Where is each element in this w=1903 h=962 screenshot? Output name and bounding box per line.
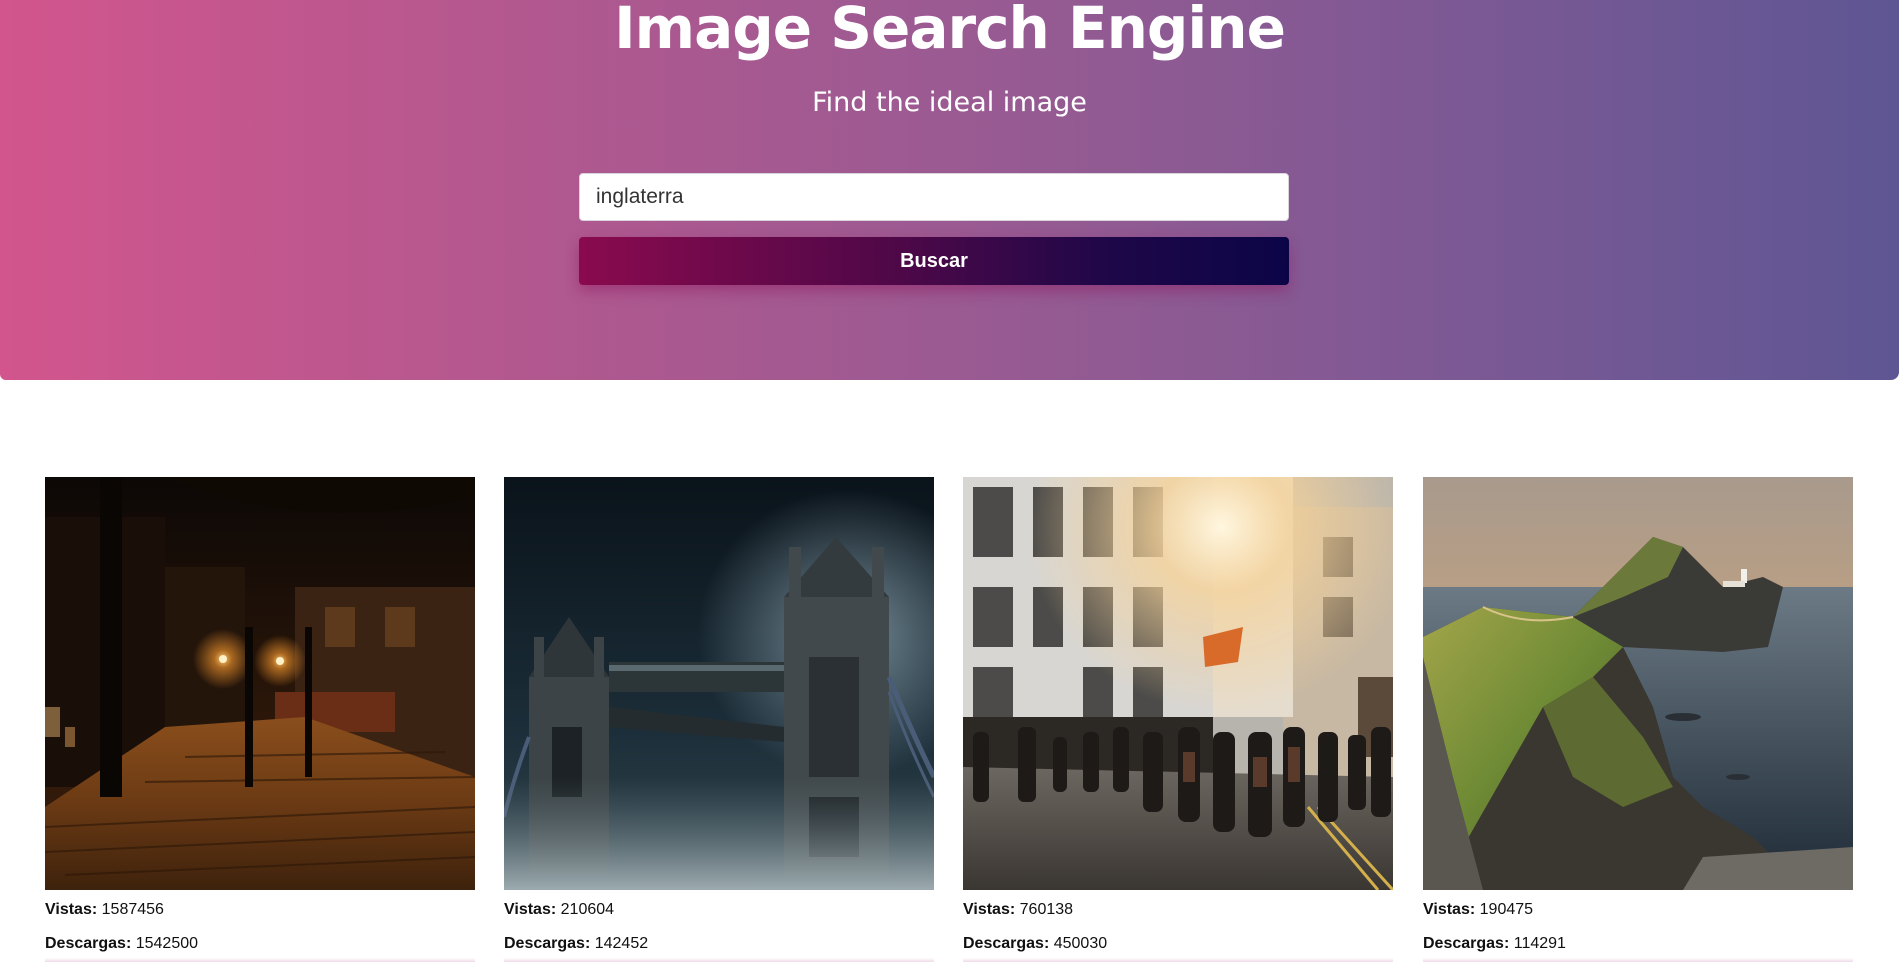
card-shadow <box>963 958 1393 962</box>
views-stat: Vistas: 1587456 <box>45 900 475 920</box>
downloads-value: 1542500 <box>135 935 199 952</box>
search-form: Buscar <box>579 173 1289 285</box>
views-value: 210604 <box>560 901 615 918</box>
result-image[interactable] <box>504 477 934 890</box>
views-label: Vistas: <box>963 901 1016 918</box>
hero-header: Image Search Engine Find the ideal image… <box>0 0 1899 380</box>
downloads-stat: Descargas: 142452 <box>504 934 934 954</box>
downloads-label: Descargas: <box>963 935 1050 952</box>
downloads-stat: Descargas: 450030 <box>963 934 1393 954</box>
page-title: Image Search Engine <box>614 0 1286 62</box>
downloads-stat: Descargas: 114291 <box>1423 934 1853 954</box>
views-stat: Vistas: 760138 <box>963 900 1393 920</box>
result-card: Vistas: 760138 Descargas: 450030 <box>963 477 1393 962</box>
card-shadow <box>45 958 475 962</box>
tower-bridge-image <box>504 477 934 890</box>
card-shadow <box>504 958 934 962</box>
views-stat: Vistas: 190475 <box>1423 900 1853 920</box>
downloads-label: Descargas: <box>1423 935 1510 952</box>
result-image[interactable] <box>963 477 1393 890</box>
results-grid: Vistas: 1587456 Descargas: 1542500 Vista… <box>45 477 1853 962</box>
card-shadow <box>1423 958 1853 962</box>
search-button[interactable]: Buscar <box>579 237 1289 285</box>
views-label: Vistas: <box>45 901 98 918</box>
result-card: Vistas: 190475 Descargas: 114291 <box>1423 477 1853 962</box>
views-value: 760138 <box>1019 901 1074 918</box>
downloads-value: 142452 <box>594 935 649 952</box>
coastal-cliffs-image <box>1423 477 1853 890</box>
crowded-street-image <box>963 477 1393 890</box>
result-image[interactable] <box>1423 477 1853 890</box>
views-label: Vistas: <box>504 901 557 918</box>
downloads-value: 114291 <box>1513 935 1566 952</box>
views-value: 190475 <box>1479 901 1534 918</box>
page: Image Search Engine Find the ideal image… <box>0 0 1903 962</box>
downloads-value: 450030 <box>1053 935 1108 952</box>
views-stat: Vistas: 210604 <box>504 900 934 920</box>
downloads-label: Descargas: <box>504 935 591 952</box>
search-input[interactable] <box>579 173 1289 221</box>
result-card: Vistas: 210604 Descargas: 142452 <box>504 477 934 962</box>
downloads-label: Descargas: <box>45 935 132 952</box>
views-value: 1587456 <box>101 901 164 918</box>
downloads-stat: Descargas: 1542500 <box>45 934 475 954</box>
result-card: Vistas: 1587456 Descargas: 1542500 <box>45 477 475 962</box>
night-street-image <box>45 477 475 890</box>
page-subtitle: Find the ideal image <box>812 87 1087 118</box>
result-image[interactable] <box>45 477 475 890</box>
views-label: Vistas: <box>1423 901 1476 918</box>
